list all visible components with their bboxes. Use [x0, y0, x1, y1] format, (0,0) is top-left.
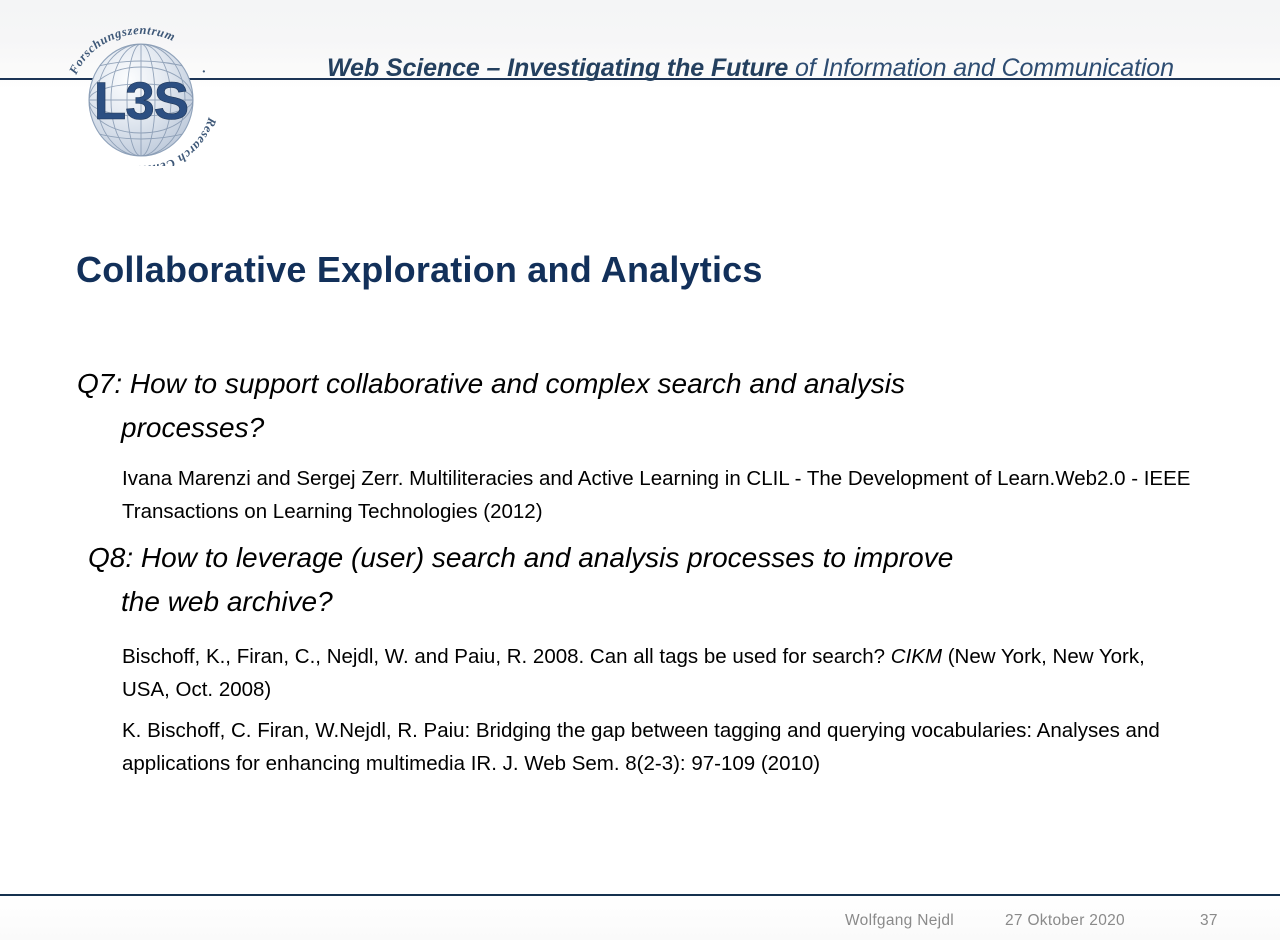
- question-q7-line1: Q7: How to support collaborative and com…: [77, 368, 905, 399]
- svg-text:·: ·: [202, 65, 206, 80]
- slide-body: Q7: How to support collaborative and com…: [0, 362, 1280, 780]
- footer-date: 27 Oktober 2020: [1005, 912, 1125, 929]
- footer-page-number: 37: [1200, 912, 1218, 929]
- citation-q8-first: Bischoff, K., Firan, C., Nejdl, W. and P…: [122, 640, 1280, 706]
- page-title: Collaborative Exploration and Analytics: [76, 249, 763, 290]
- question-q8-line2: the web archive?: [121, 586, 333, 617]
- slide-canvas: Forschungszentrum Research Center · L3S …: [0, 0, 1280, 940]
- question-q7: Q7: How to support collaborative and com…: [77, 362, 1280, 450]
- question-q8-line1: Q8: How to leverage (user) search and an…: [88, 542, 954, 573]
- citation-q8-second: K. Bischoff, C. Firan, W.Nejdl, R. Paiu:…: [122, 719, 1160, 775]
- l3s-logo: Forschungszentrum Research Center · L3S: [55, 18, 227, 166]
- header-banner-light: of Information and Communication: [788, 54, 1174, 82]
- citation-q7: Ivana Marenzi and Sergej Zerr. Multilite…: [122, 467, 1191, 523]
- question-q7-line2: processes?: [121, 412, 265, 443]
- footer-author: Wolfgang Nejdl: [845, 912, 955, 929]
- header-banner-strong: Web Science – Investigating the Future: [327, 54, 789, 82]
- question-q8: Q8: How to leverage (user) search and an…: [88, 536, 1280, 624]
- citation-q8-first-venue: CIKM: [890, 645, 943, 668]
- citation-q8-first-pre: Bischoff, K., Firan, C., Nejdl, W. and P…: [122, 645, 891, 668]
- logo-wordmark: L3S: [94, 72, 188, 131]
- header-banner-text: Web Science – Investigating the Future o…: [327, 54, 1227, 82]
- slide-footer: Wolfgang Nejdl 27 Oktober 2020 37: [0, 912, 1280, 940]
